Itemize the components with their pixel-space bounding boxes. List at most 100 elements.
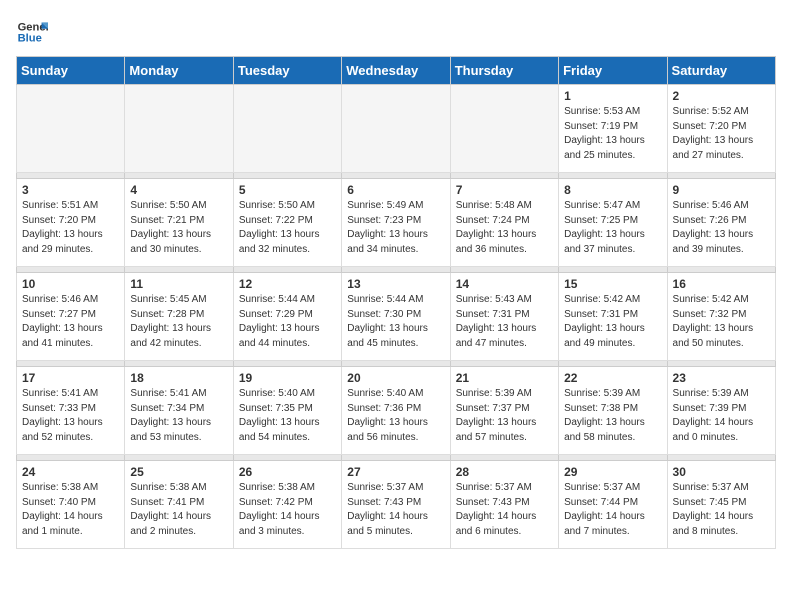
day-detail: Sunrise: 5:40 AM Sunset: 7:35 PM Dayligh… (239, 387, 336, 445)
day-number: 3 (22, 183, 119, 197)
calendar-cell: 27 Sunrise: 5:37 AM Sunset: 7:43 PM Dayli… (342, 461, 450, 549)
day-detail: Sunrise: 5:38 AM Sunset: 7:41 PM Dayligh… (130, 481, 227, 539)
calendar-cell: 26 Sunrise: 5:38 AM Sunset: 7:42 PM Dayli… (233, 461, 341, 549)
day-detail: Sunrise: 5:44 AM Sunset: 7:29 PM Dayligh… (239, 293, 336, 351)
calendar-cell: 14Sunrise: 5:43 AM Sunset: 7:31 PM Dayli… (450, 273, 558, 361)
weekday-header: Saturday (667, 57, 775, 85)
calendar-cell: 23 Sunrise: 5:39 AM Sunset: 7:39 PM Dayli… (667, 367, 775, 455)
calendar-cell: 1 Sunrise: 5:53 AM Sunset: 7:19 PM Daylig… (559, 85, 667, 173)
calendar-week-row: 17 Sunrise: 5:41 AM Sunset: 7:33 PM Dayli… (17, 367, 776, 455)
calendar-cell: 11 Sunrise: 5:45 AM Sunset: 7:28 PM Dayli… (125, 273, 233, 361)
weekday-header: Friday (559, 57, 667, 85)
calendar-cell (125, 85, 233, 173)
calendar-cell: 6Sunrise: 5:49 AM Sunset: 7:23 PM Daylig… (342, 179, 450, 267)
day-number: 10 (22, 277, 119, 291)
day-number: 18 (130, 371, 227, 385)
calendar-cell: 18Sunrise: 5:41 AM Sunset: 7:34 PM Dayli… (125, 367, 233, 455)
calendar-cell (450, 85, 558, 173)
calendar-cell: 13 Sunrise: 5:44 AM Sunset: 7:30 PM Dayli… (342, 273, 450, 361)
day-number: 1 (564, 89, 661, 103)
calendar-cell: 29Sunrise: 5:37 AM Sunset: 7:44 PM Dayli… (559, 461, 667, 549)
day-detail: Sunrise: 5:46 AM Sunset: 7:26 PM Dayligh… (673, 199, 770, 257)
day-detail: Sunrise: 5:37 AM Sunset: 7:43 PM Dayligh… (347, 481, 444, 539)
day-number: 11 (130, 277, 227, 291)
day-number: 9 (673, 183, 770, 197)
day-number: 14 (456, 277, 553, 291)
calendar-cell: 8 Sunrise: 5:47 AM Sunset: 7:25 PM Daylig… (559, 179, 667, 267)
calendar-table: SundayMondayTuesdayWednesdayThursdayFrid… (16, 56, 776, 549)
day-number: 12 (239, 277, 336, 291)
day-number: 23 (673, 371, 770, 385)
calendar-cell: 16Sunrise: 5:42 AM Sunset: 7:32 PM Dayli… (667, 273, 775, 361)
day-detail: Sunrise: 5:50 AM Sunset: 7:21 PM Dayligh… (130, 199, 227, 257)
day-number: 26 (239, 465, 336, 479)
day-number: 8 (564, 183, 661, 197)
day-detail: Sunrise: 5:40 AM Sunset: 7:36 PM Dayligh… (347, 387, 444, 445)
day-detail: Sunrise: 5:45 AM Sunset: 7:28 PM Dayligh… (130, 293, 227, 351)
calendar-week-row: 10 Sunrise: 5:46 AM Sunset: 7:27 PM Dayli… (17, 273, 776, 361)
calendar-week-row: 1 Sunrise: 5:53 AM Sunset: 7:19 PM Daylig… (17, 85, 776, 173)
day-detail: Sunrise: 5:42 AM Sunset: 7:31 PM Dayligh… (564, 293, 661, 351)
calendar-cell: 22Sunrise: 5:39 AM Sunset: 7:38 PM Dayli… (559, 367, 667, 455)
day-detail: Sunrise: 5:52 AM Sunset: 7:20 PM Dayligh… (673, 105, 770, 163)
calendar-cell (17, 85, 125, 173)
weekday-header: Tuesday (233, 57, 341, 85)
calendar-week-row: 24Sunrise: 5:38 AM Sunset: 7:40 PM Dayli… (17, 461, 776, 549)
calendar-cell: 30 Sunrise: 5:37 AM Sunset: 7:45 PM Dayli… (667, 461, 775, 549)
day-number: 17 (22, 371, 119, 385)
weekday-header: Wednesday (342, 57, 450, 85)
calendar-cell: 10 Sunrise: 5:46 AM Sunset: 7:27 PM Dayli… (17, 273, 125, 361)
calendar-cell: 4 Sunrise: 5:50 AM Sunset: 7:21 PM Daylig… (125, 179, 233, 267)
calendar-cell: 25 Sunrise: 5:38 AM Sunset: 7:41 PM Dayli… (125, 461, 233, 549)
calendar-cell: 12 Sunrise: 5:44 AM Sunset: 7:29 PM Dayli… (233, 273, 341, 361)
header: General Blue (16, 16, 776, 48)
day-detail: Sunrise: 5:46 AM Sunset: 7:27 PM Dayligh… (22, 293, 119, 351)
day-number: 6 (347, 183, 444, 197)
day-detail: Sunrise: 5:39 AM Sunset: 7:39 PM Dayligh… (673, 387, 770, 445)
day-number: 2 (673, 89, 770, 103)
calendar-cell: 5 Sunrise: 5:50 AM Sunset: 7:22 PM Daylig… (233, 179, 341, 267)
day-number: 25 (130, 465, 227, 479)
calendar-cell (233, 85, 341, 173)
day-detail: Sunrise: 5:47 AM Sunset: 7:25 PM Dayligh… (564, 199, 661, 257)
calendar-week-row: 3 Sunrise: 5:51 AM Sunset: 7:20 PM Daylig… (17, 179, 776, 267)
day-detail: Sunrise: 5:37 AM Sunset: 7:44 PM Dayligh… (564, 481, 661, 539)
weekday-header: Monday (125, 57, 233, 85)
calendar-cell: 24Sunrise: 5:38 AM Sunset: 7:40 PM Dayli… (17, 461, 125, 549)
day-number: 13 (347, 277, 444, 291)
calendar-cell: 7Sunrise: 5:48 AM Sunset: 7:24 PM Daylig… (450, 179, 558, 267)
weekday-header: Sunday (17, 57, 125, 85)
calendar-cell (342, 85, 450, 173)
day-detail: Sunrise: 5:41 AM Sunset: 7:33 PM Dayligh… (22, 387, 119, 445)
day-detail: Sunrise: 5:37 AM Sunset: 7:43 PM Dayligh… (456, 481, 553, 539)
calendar-cell: 2 Sunrise: 5:52 AM Sunset: 7:20 PM Daylig… (667, 85, 775, 173)
day-detail: Sunrise: 5:44 AM Sunset: 7:30 PM Dayligh… (347, 293, 444, 351)
weekday-header-row: SundayMondayTuesdayWednesdayThursdayFrid… (17, 57, 776, 85)
day-detail: Sunrise: 5:53 AM Sunset: 7:19 PM Dayligh… (564, 105, 661, 163)
day-number: 28 (456, 465, 553, 479)
day-detail: Sunrise: 5:38 AM Sunset: 7:42 PM Dayligh… (239, 481, 336, 539)
calendar-cell: 19 Sunrise: 5:40 AM Sunset: 7:35 PM Dayli… (233, 367, 341, 455)
calendar-cell: 21Sunrise: 5:39 AM Sunset: 7:37 PM Dayli… (450, 367, 558, 455)
day-number: 24 (22, 465, 119, 479)
calendar-cell: 9 Sunrise: 5:46 AM Sunset: 7:26 PM Daylig… (667, 179, 775, 267)
day-number: 20 (347, 371, 444, 385)
calendar-cell: 20 Sunrise: 5:40 AM Sunset: 7:36 PM Dayli… (342, 367, 450, 455)
day-detail: Sunrise: 5:48 AM Sunset: 7:24 PM Dayligh… (456, 199, 553, 257)
day-number: 19 (239, 371, 336, 385)
day-number: 21 (456, 371, 553, 385)
day-number: 5 (239, 183, 336, 197)
day-detail: Sunrise: 5:50 AM Sunset: 7:22 PM Dayligh… (239, 199, 336, 257)
calendar-cell: 3 Sunrise: 5:51 AM Sunset: 7:20 PM Daylig… (17, 179, 125, 267)
day-detail: Sunrise: 5:37 AM Sunset: 7:45 PM Dayligh… (673, 481, 770, 539)
day-number: 15 (564, 277, 661, 291)
calendar-cell: 17 Sunrise: 5:41 AM Sunset: 7:33 PM Dayli… (17, 367, 125, 455)
day-number: 30 (673, 465, 770, 479)
day-number: 27 (347, 465, 444, 479)
day-detail: Sunrise: 5:39 AM Sunset: 7:38 PM Dayligh… (564, 387, 661, 445)
svg-text:Blue: Blue (18, 33, 42, 45)
calendar-cell: 28 Sunrise: 5:37 AM Sunset: 7:43 PM Dayli… (450, 461, 558, 549)
day-number: 4 (130, 183, 227, 197)
day-detail: Sunrise: 5:51 AM Sunset: 7:20 PM Dayligh… (22, 199, 119, 257)
logo-icon: General Blue (16, 16, 48, 48)
